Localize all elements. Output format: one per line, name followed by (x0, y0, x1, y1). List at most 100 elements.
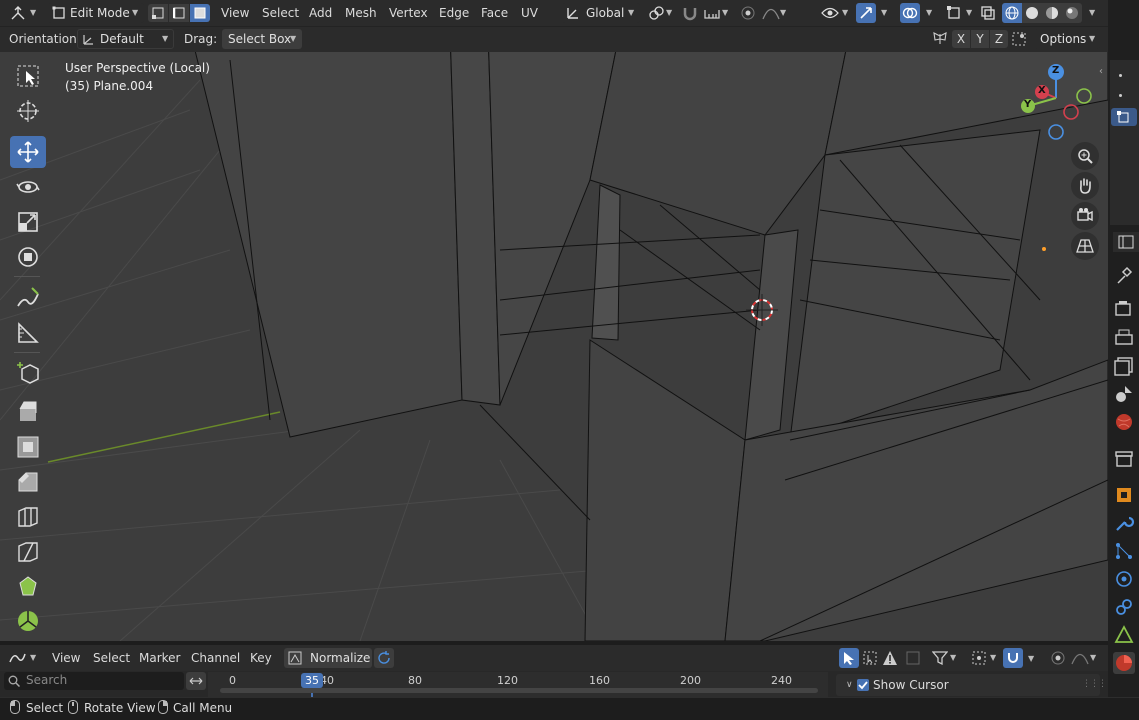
current-frame-indicator[interactable]: 35 (301, 673, 323, 688)
tool-bevel[interactable] (10, 466, 46, 498)
proportional-edit-toggle[interactable] (738, 3, 758, 23)
perspective-toggle-button[interactable] (1071, 232, 1099, 260)
tool-rotate[interactable] (10, 171, 46, 203)
editor-type-button[interactable]: ▼ (6, 3, 42, 23)
mirror-z-button[interactable]: Z (990, 30, 1008, 48)
tab-render[interactable] (1113, 298, 1135, 320)
timeline-pivot-dropdown[interactable]: ▼ (970, 648, 1002, 668)
only-selected-toggle[interactable] (839, 648, 859, 668)
properties-header-button[interactable] (1113, 232, 1139, 252)
snap-target-dropdown[interactable]: ▼ (702, 3, 732, 23)
xray-toggle[interactable] (978, 3, 998, 23)
mode-dropdown[interactable]: Edit Mode ▼ (48, 3, 144, 23)
timeline-menu-marker[interactable]: Marker (139, 648, 180, 668)
vertex-select-button[interactable] (148, 4, 168, 22)
chevron-down-icon[interactable]: ▼ (1089, 8, 1095, 17)
tool-annotate[interactable] (10, 282, 46, 314)
tool-spin[interactable] (10, 605, 46, 637)
tab-particles[interactable] (1113, 540, 1135, 562)
auto-merge-button[interactable] (1010, 30, 1028, 48)
navigation-gizmo[interactable]: Z X Y (1012, 62, 1098, 148)
chevron-down-icon[interactable]: ▼ (926, 8, 932, 17)
rendered-shading-button[interactable] (1062, 3, 1082, 23)
tab-world[interactable] (1113, 411, 1135, 433)
pan-button[interactable] (1071, 172, 1099, 200)
only-errors-toggle[interactable] (880, 648, 900, 668)
tab-object[interactable] (1113, 484, 1135, 506)
timeline-proportional-toggle[interactable] (1048, 648, 1068, 668)
tool-poly-build[interactable] (10, 571, 46, 603)
timeline-falloff-dropdown[interactable]: ▼ (1070, 648, 1100, 668)
menu-add[interactable]: Add (309, 3, 332, 23)
wireframe-shading-button[interactable] (1002, 3, 1022, 23)
tab-tool[interactable] (1113, 264, 1135, 286)
menu-select[interactable]: Select (262, 3, 299, 23)
transform-orientation-dropdown[interactable]: Global ▼ (562, 3, 640, 23)
chevron-down-icon[interactable]: ▼ (881, 8, 887, 17)
tab-material[interactable] (1113, 652, 1135, 674)
zoom-button[interactable] (1071, 142, 1099, 170)
timeline-menu-key[interactable]: Key (250, 648, 272, 668)
mesh-overlays-toggle[interactable] (944, 3, 964, 23)
show-cursor-checkbox[interactable] (857, 679, 869, 691)
pivot-point-dropdown[interactable]: ▼ (646, 3, 676, 23)
menu-vertex[interactable]: Vertex (389, 3, 428, 23)
menu-edge[interactable]: Edge (439, 3, 469, 23)
chevron-down-icon[interactable]: ▼ (966, 8, 972, 17)
auto-normalize-button[interactable] (374, 648, 394, 668)
tab-data[interactable] (1113, 624, 1135, 646)
edge-select-button[interactable] (169, 4, 189, 22)
sidebar-collapse-arrow[interactable]: ‹ (1099, 66, 1103, 77)
panel-drag-handle[interactable]: ⋮⋮⋮ (1082, 679, 1107, 689)
gizmo-toggle[interactable] (856, 3, 876, 23)
snap-toggle[interactable] (680, 3, 700, 23)
timeline-snap-toggle[interactable] (1003, 648, 1023, 668)
menu-face[interactable]: Face (481, 3, 508, 23)
tab-scene[interactable] (1113, 383, 1135, 405)
timeline-slot-button[interactable] (903, 648, 923, 668)
tool-select-box[interactable] (10, 60, 46, 92)
camera-view-button[interactable] (1071, 202, 1099, 230)
show-hidden-toggle[interactable] (860, 648, 880, 668)
timeline-scrollbar[interactable] (220, 688, 818, 693)
tool-add-cube[interactable] (10, 357, 46, 389)
falloff-dropdown[interactable]: ▼ (760, 3, 790, 23)
menu-mesh[interactable]: Mesh (345, 3, 377, 23)
visibility-dropdown[interactable]: ▼ (820, 3, 852, 23)
timeline-editor-type-button[interactable]: ▼ (6, 648, 42, 668)
tab-modifiers[interactable] (1113, 512, 1135, 534)
tab-view-layer[interactable] (1113, 355, 1135, 377)
face-select-button[interactable] (190, 4, 210, 22)
tab-constraints[interactable] (1113, 596, 1135, 618)
timeline-menu-select[interactable]: Select (93, 648, 130, 668)
tool-cursor[interactable] (10, 95, 46, 127)
tab-collection[interactable] (1113, 448, 1135, 470)
filter-dropdown[interactable]: ▼ (930, 648, 962, 668)
tool-extrude[interactable] (10, 395, 46, 427)
timeline-menu-view[interactable]: View (52, 648, 80, 668)
tool-knife[interactable] (10, 536, 46, 568)
3d-viewport[interactable]: User Perspective (Local) (35) Plane.004 … (0, 52, 1108, 641)
channel-search-field[interactable]: Search (4, 672, 184, 690)
mirror-x-button[interactable]: X (952, 30, 970, 48)
tool-transform[interactable] (10, 241, 46, 273)
tab-physics[interactable] (1113, 568, 1135, 590)
overlays-toggle[interactable] (900, 3, 920, 23)
tool-move[interactable] (10, 136, 46, 168)
menu-uv[interactable]: UV (521, 3, 538, 23)
material-shading-button[interactable] (1042, 3, 1062, 23)
tool-inset[interactable] (10, 431, 46, 463)
tool-measure[interactable] (10, 317, 46, 349)
normalize-toggle[interactable]: Normalize (284, 648, 372, 668)
outliner-filter-button[interactable] (1111, 108, 1137, 126)
drag-dropdown[interactable]: Select Box ▼ (222, 29, 302, 49)
orientation-dropdown[interactable]: Default ▼ (77, 29, 174, 49)
menu-view[interactable]: View (221, 3, 249, 23)
tab-output[interactable] (1113, 327, 1135, 349)
options-dropdown[interactable]: Options ▼ (1034, 29, 1100, 49)
timeline-menu-channel[interactable]: Channel (191, 648, 240, 668)
chevron-down-icon[interactable]: ▼ (1028, 654, 1034, 663)
mirror-icon-button[interactable] (930, 30, 950, 48)
tool-scale[interactable] (10, 206, 46, 238)
swap-channels-button[interactable] (186, 672, 206, 690)
